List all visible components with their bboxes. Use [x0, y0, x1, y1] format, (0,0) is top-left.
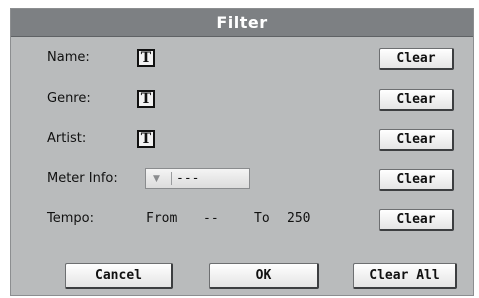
name-clear-button[interactable]: Clear	[379, 48, 454, 70]
meter-info-label: Meter Info:	[47, 171, 118, 186]
triangle-down-icon: ▼	[153, 174, 160, 184]
genre-clear-button[interactable]: Clear	[379, 89, 454, 111]
tempo-clear-button[interactable]: Clear	[379, 209, 454, 231]
clear-all-button[interactable]: Clear All	[353, 263, 457, 289]
meter-info-dropdown[interactable]: ▼ ---	[145, 168, 250, 189]
cancel-button[interactable]: Cancel	[65, 263, 173, 289]
meter-info-clear-button[interactable]: Clear	[379, 169, 454, 191]
name-label: Name:	[47, 50, 90, 65]
tempo-to-label: To	[254, 211, 270, 226]
artist-label: Artist:	[47, 131, 87, 146]
meter-info-value: ---	[176, 171, 200, 186]
ok-button[interactable]: OK	[209, 263, 319, 289]
genre-text-edit-icon[interactable]: T	[137, 90, 155, 108]
tempo-label: Tempo:	[47, 211, 94, 226]
filter-dialog: Filter Name: T Clear Genre: T Clear Arti…	[10, 8, 474, 296]
genre-label: Genre:	[47, 91, 91, 106]
tempo-to-value[interactable]: 250	[287, 211, 310, 226]
tempo-from-value[interactable]: --	[203, 211, 219, 226]
dropdown-separator	[171, 172, 172, 185]
name-text-edit-icon[interactable]: T	[137, 49, 155, 67]
tempo-from-label: From	[146, 211, 178, 226]
artist-text-edit-icon[interactable]: T	[137, 130, 155, 148]
artist-clear-button[interactable]: Clear	[379, 129, 454, 151]
dialog-title: Filter	[11, 9, 473, 37]
